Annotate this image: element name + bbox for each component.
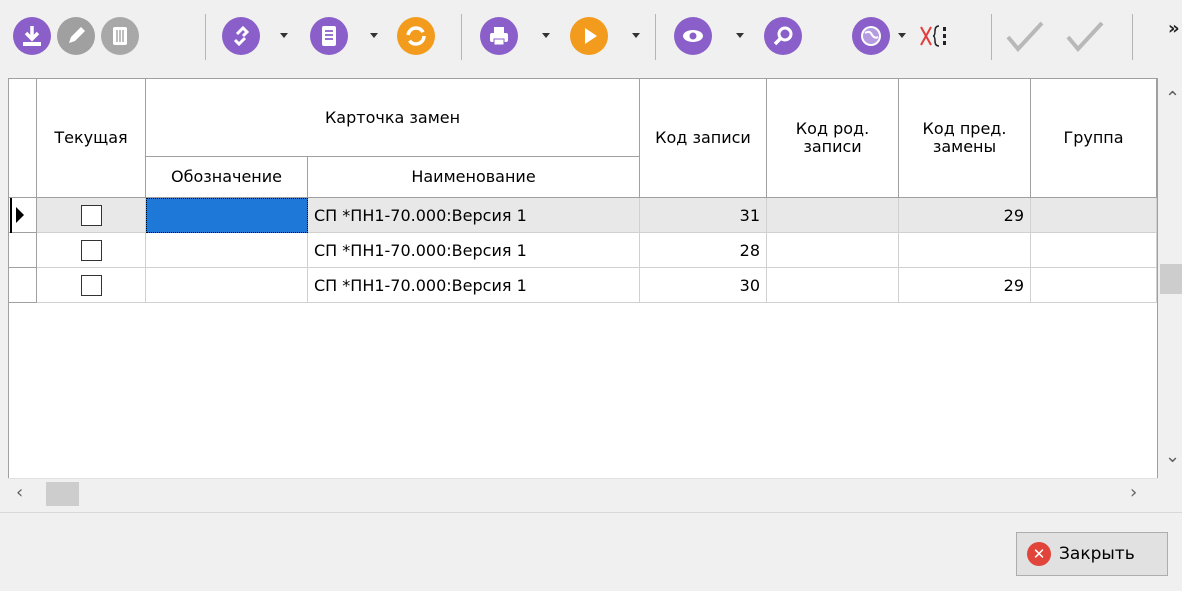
play-icon[interactable] — [570, 17, 608, 55]
download-icon[interactable] — [13, 17, 51, 55]
row-indicator — [9, 268, 37, 303]
column-header-group[interactable]: Группа — [1031, 79, 1157, 198]
footer-divider — [0, 512, 1182, 513]
cell-group[interactable] — [1031, 233, 1157, 268]
view-icon[interactable] — [674, 17, 712, 55]
link-icon[interactable] — [222, 17, 260, 55]
close-button-label: Закрыть — [1059, 544, 1135, 564]
column-header-designation[interactable]: Обозначение — [146, 157, 308, 198]
cell-name[interactable]: СП *ПН1-70.000:Версия 1 — [308, 268, 640, 303]
document-dropdown-icon[interactable] — [370, 33, 378, 38]
cell-name[interactable]: СП *ПН1-70.000:Версия 1 — [308, 198, 640, 233]
row-indicator — [9, 233, 37, 268]
toolbar-separator — [461, 14, 462, 60]
cell-prev-code[interactable] — [899, 233, 1031, 268]
row-indicator-header — [9, 79, 37, 198]
globe-dropdown-icon[interactable] — [898, 33, 906, 38]
formula-icon[interactable] — [917, 17, 955, 55]
replacements-grid: Текущая Карточка замен Обозначение Наиме… — [8, 78, 1158, 512]
cell-name[interactable]: СП *ПН1-70.000:Версия 1 — [308, 233, 640, 268]
cell-record-code[interactable]: 28 — [640, 233, 767, 268]
play-dropdown-icon[interactable] — [632, 33, 640, 38]
globe-icon[interactable] — [852, 17, 890, 55]
cell-group[interactable] — [1031, 198, 1157, 233]
column-group-header-card: Карточка замен — [146, 79, 640, 157]
search-icon[interactable] — [764, 17, 802, 55]
column-header-current[interactable]: Текущая — [37, 79, 146, 198]
close-button[interactable]: ✕ Закрыть — [1016, 532, 1168, 576]
table-row[interactable]: СП *ПН1-70.000:Версия 1 31 29 — [9, 198, 1157, 233]
column-header-name[interactable]: Наименование — [308, 157, 640, 198]
print-dropdown-icon[interactable] — [542, 33, 550, 38]
cell-prev-code[interactable]: 29 — [899, 268, 1031, 303]
row-indicator — [9, 198, 37, 233]
cell-record-code[interactable]: 31 — [640, 198, 767, 233]
toolbar-separator — [205, 14, 206, 60]
edit-icon[interactable] — [57, 17, 95, 55]
horizontal-scrollbar[interactable] — [8, 478, 1158, 512]
cell-designation[interactable] — [146, 233, 308, 268]
scroll-left-icon[interactable]: ‹ — [16, 482, 23, 503]
toolbar-separator — [991, 14, 992, 60]
cell-parent-code[interactable] — [767, 268, 899, 303]
refresh-icon[interactable] — [397, 17, 435, 55]
cell-group[interactable] — [1031, 268, 1157, 303]
horizontal-scroll-thumb[interactable] — [46, 482, 79, 506]
toolbar-overflow-icon[interactable]: » — [1168, 18, 1180, 39]
print-icon[interactable] — [480, 17, 518, 55]
check-all-icon[interactable] — [1064, 17, 1104, 55]
link-dropdown-icon[interactable] — [280, 33, 288, 38]
current-checkbox[interactable] — [80, 204, 102, 226]
delete-icon[interactable] — [101, 17, 139, 55]
table-row[interactable]: СП *ПН1-70.000:Версия 1 28 — [9, 233, 1157, 268]
view-dropdown-icon[interactable] — [736, 33, 744, 38]
cell-current[interactable] — [37, 268, 146, 303]
toolbar-separator — [1132, 14, 1133, 60]
current-checkbox[interactable] — [80, 239, 102, 261]
cell-designation[interactable] — [146, 268, 308, 303]
scroll-down-icon[interactable]: ⌄ — [1165, 446, 1180, 467]
cell-prev-code[interactable]: 29 — [899, 198, 1031, 233]
cell-parent-code[interactable] — [767, 198, 899, 233]
table-row[interactable]: СП *ПН1-70.000:Версия 1 30 29 — [9, 268, 1157, 303]
cell-parent-code[interactable] — [767, 233, 899, 268]
column-header-parent-code[interactable]: Код род. записи — [767, 79, 899, 198]
document-icon[interactable] — [310, 17, 348, 55]
column-header-prev-code[interactable]: Код пред. замены — [899, 79, 1031, 198]
toolbar: » — [0, 0, 1182, 78]
toolbar-separator — [655, 14, 656, 60]
scroll-up-icon[interactable]: ⌃ — [1165, 88, 1180, 109]
scroll-right-icon[interactable]: › — [1130, 482, 1137, 503]
check-icon[interactable] — [1004, 17, 1044, 55]
cell-designation[interactable] — [146, 198, 308, 233]
current-checkbox[interactable] — [80, 274, 102, 296]
vertical-scroll-thumb[interactable] — [1160, 264, 1182, 294]
close-icon: ✕ — [1027, 542, 1051, 566]
cell-record-code[interactable]: 30 — [640, 268, 767, 303]
cell-current[interactable] — [37, 233, 146, 268]
cell-current[interactable] — [37, 198, 146, 233]
column-header-record-code[interactable]: Код записи — [640, 79, 767, 198]
